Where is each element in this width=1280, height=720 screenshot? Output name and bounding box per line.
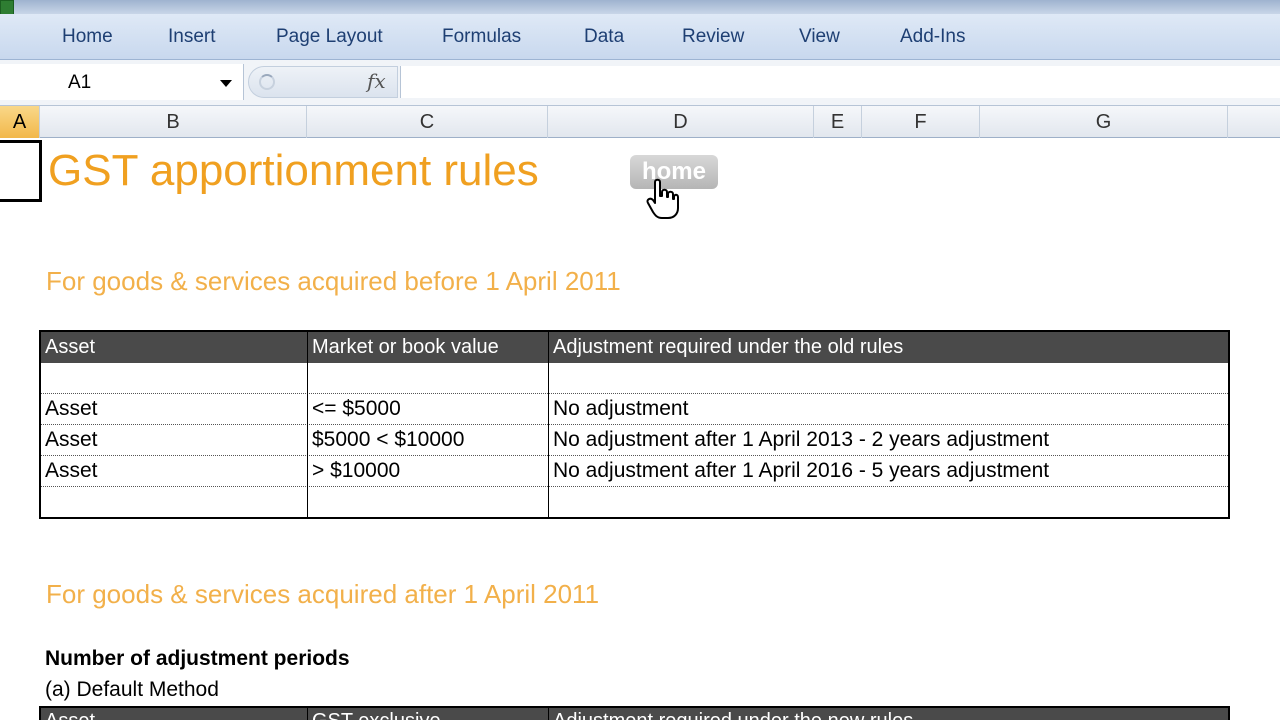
name-box[interactable]: A1: [0, 64, 244, 100]
active-cell-a1[interactable]: [0, 140, 42, 202]
header-gst-exclusive: GST exclusive: [312, 710, 441, 720]
column-header-c[interactable]: C: [307, 106, 548, 138]
header-adjustment-new: Adjustment required under the new rules: [553, 710, 913, 720]
section-heading-before-2011: For goods & services acquired before 1 A…: [46, 266, 621, 296]
cell-value[interactable]: $5000 < $10000: [312, 428, 464, 452]
loading-spinner-icon: [259, 74, 275, 90]
tab-review[interactable]: Review: [682, 26, 744, 48]
column-header-f[interactable]: F: [862, 106, 980, 138]
page-title: GST apportionment rules: [48, 146, 539, 195]
old-rules-table: Asset Market or book value Adjustment re…: [39, 330, 1230, 519]
cell-adjustment[interactable]: No adjustment after 1 April 2013 - 2 yea…: [553, 428, 1049, 452]
header-asset: Asset: [45, 710, 95, 720]
table-row: Asset > $10000 No adjustment after 1 Apr…: [41, 456, 1228, 487]
chevron-down-icon[interactable]: [220, 80, 232, 87]
hand-pointer-icon: [646, 178, 679, 219]
table-row: Asset <= $5000 No adjustment: [41, 394, 1228, 425]
cell-adjustment[interactable]: No adjustment after 1 April 2016 - 5 yea…: [553, 459, 1049, 483]
header-adjustment-old: Adjustment required under the old rules: [553, 336, 904, 358]
table-header-row: Asset Market or book value Adjustment re…: [41, 332, 1228, 363]
insert-function-button[interactable]: fx: [367, 69, 386, 93]
column-headers: A B C D E F G: [0, 106, 1280, 138]
new-rules-table: Asset GST exclusive Adjustment required …: [39, 706, 1230, 720]
tab-formulas[interactable]: Formulas: [442, 26, 521, 48]
tab-insert[interactable]: Insert: [168, 26, 216, 48]
column-divider: [307, 708, 308, 720]
table-row: Asset $5000 < $10000 No adjustment after…: [41, 425, 1228, 456]
column-header-b[interactable]: B: [40, 106, 307, 138]
formula-bar-controls: fx: [248, 66, 398, 98]
window-title-strip: [0, 0, 1280, 14]
tab-data[interactable]: Data: [584, 26, 624, 48]
column-header-g[interactable]: G: [980, 106, 1228, 138]
column-header-next[interactable]: [1228, 106, 1280, 138]
tab-home[interactable]: Home: [62, 26, 113, 48]
cell-asset[interactable]: Asset: [45, 397, 98, 421]
header-market-value: Market or book value: [312, 336, 499, 358]
section-heading-after-2011: For goods & services acquired after 1 Ap…: [46, 579, 600, 609]
tab-page-layout[interactable]: Page Layout: [276, 26, 383, 48]
column-divider: [548, 332, 549, 517]
ribbon-tab-bar: Home Insert Page Layout Formulas Data Re…: [0, 14, 1280, 60]
name-box-value: A1: [68, 72, 92, 93]
table-row: [41, 363, 1228, 394]
cell-asset[interactable]: Asset: [45, 459, 98, 483]
column-divider: [307, 332, 308, 517]
header-asset: Asset: [45, 336, 96, 358]
default-method-label: (a) Default Method: [45, 678, 219, 701]
tab-view[interactable]: View: [799, 26, 840, 48]
cell-value[interactable]: <= $5000: [312, 397, 401, 421]
formula-bar: A1 fx: [0, 60, 1280, 106]
cell-value[interactable]: > $10000: [312, 459, 400, 483]
column-header-a[interactable]: A: [0, 106, 40, 138]
formula-input[interactable]: [400, 66, 1280, 98]
adjustment-periods-label: Number of adjustment periods: [45, 647, 350, 670]
column-header-e[interactable]: E: [814, 106, 862, 138]
column-header-d[interactable]: D: [548, 106, 814, 138]
cell-asset[interactable]: Asset: [45, 428, 98, 452]
cell-adjustment[interactable]: No adjustment: [553, 397, 688, 421]
tab-add-ins[interactable]: Add-Ins: [900, 26, 965, 48]
column-divider: [548, 708, 549, 720]
